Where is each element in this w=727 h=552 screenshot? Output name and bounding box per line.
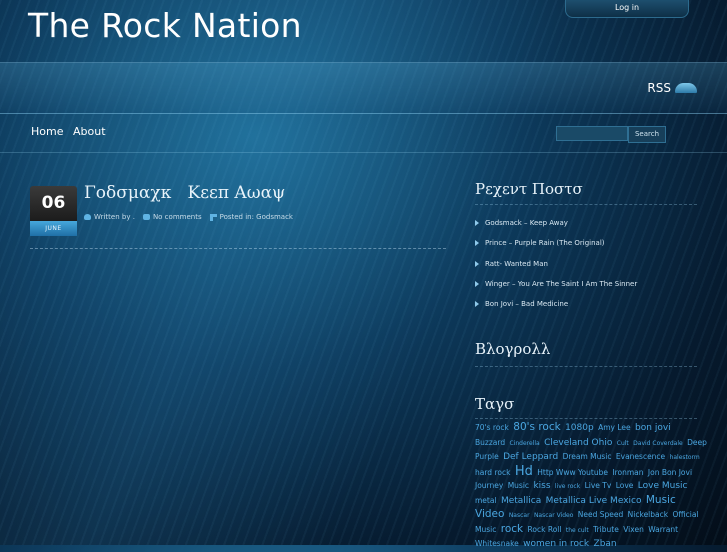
tag-link[interactable]: Jon Bon Jovi [648, 468, 692, 477]
recent-post-item[interactable]: Winger – You Are The Saint I Am The Sinn… [475, 274, 705, 294]
tag-link[interactable]: Http Www Youtube [537, 468, 608, 477]
tag-link[interactable]: Metallica [501, 496, 541, 506]
tag-link[interactable]: Nascar Video [534, 512, 573, 519]
post-meta: Written by . No comments Posted in: Gods… [84, 213, 293, 221]
recent-posts-title: Ρεχεντ Ποστσ [475, 180, 583, 198]
search-button[interactable]: Search [628, 126, 666, 143]
recent-post-label[interactable]: Winger – You Are The Saint I Am The Sinn… [485, 280, 637, 288]
user-icon [84, 214, 91, 220]
tag-link[interactable]: Nascar [509, 512, 530, 519]
tag-link[interactable]: 1080p [565, 423, 594, 433]
tag-link[interactable]: women in rock [523, 539, 589, 549]
tag-link[interactable]: David Coverdale [633, 440, 683, 447]
tag-link[interactable]: Ironman [612, 468, 643, 477]
tag-link[interactable]: bon jovi [635, 423, 671, 433]
tag-link[interactable]: Need Speed [578, 510, 624, 519]
header-band [0, 62, 727, 114]
tag-link[interactable]: halestorm [670, 454, 700, 461]
tag-link[interactable]: Def Leppard [503, 452, 558, 462]
recent-post-item[interactable]: Ratt- Wanted Man [475, 254, 705, 274]
nav-item-home[interactable]: Home [31, 125, 63, 138]
tag-link[interactable]: Vixen [623, 525, 644, 534]
tag-link[interactable]: Amy Lee [598, 423, 631, 432]
tag-link[interactable]: Live Tv [585, 481, 612, 490]
comment-icon [142, 214, 150, 220]
tag-link[interactable]: metal [475, 496, 497, 505]
tag-link[interactable]: Hd [515, 464, 533, 479]
tag-link[interactable]: hard rock [475, 468, 510, 477]
recent-post-item[interactable]: Prince – Purple Rain (The Original) [475, 233, 705, 253]
tag-link[interactable]: the cult [566, 527, 589, 534]
tags-rule [475, 418, 697, 419]
category-arrow-icon [209, 213, 217, 221]
rss-label: RSS [647, 81, 671, 95]
triangle-bullet-icon [475, 240, 479, 247]
site-title[interactable]: The Rock Nation [28, 6, 302, 45]
post-author: Written by . [84, 213, 135, 221]
recent-post-item[interactable]: Godsmack – Keep Away [475, 213, 705, 233]
tag-link[interactable]: Warrant [648, 525, 678, 534]
tag-link[interactable]: Nickelback [628, 510, 668, 519]
post-date-month: JUNE [30, 221, 77, 236]
tag-link[interactable]: Cleveland Ohio [544, 438, 612, 448]
tag-link[interactable]: Buzzard [475, 438, 505, 447]
triangle-bullet-icon [475, 301, 479, 308]
recent-post-label[interactable]: Ratt- Wanted Man [485, 260, 548, 268]
rss-link[interactable]: RSS [647, 81, 697, 95]
rss-icon [675, 83, 697, 93]
blogroll-title: Βλογρολλ [475, 340, 551, 358]
blogroll-rule [475, 366, 697, 367]
tag-link[interactable]: Cinderella [509, 440, 539, 447]
post-author-text: Written by . [94, 213, 135, 221]
post-date: 06 JUNE [30, 186, 77, 236]
tag-link[interactable]: Love [616, 481, 634, 490]
recent-post-label[interactable]: Bon Jovi – Bad Medicine [485, 300, 568, 308]
triangle-bullet-icon [475, 260, 479, 267]
tag-link[interactable]: Rock Roll [528, 525, 562, 534]
recent-posts-rule [475, 204, 697, 205]
tag-link[interactable]: Metallica Live Mexico [546, 496, 642, 506]
tag-link[interactable]: Love Music [638, 481, 688, 491]
tag-link[interactable]: Journey [475, 481, 503, 490]
recent-posts-list: Godsmack – Keep Away Prince – Purple Rai… [475, 213, 705, 314]
tag-link[interactable]: Evanescence [616, 452, 665, 461]
recent-post-label[interactable]: Godsmack – Keep Away [485, 219, 568, 227]
post-category: Posted in: Godsmack [209, 213, 293, 221]
login-link[interactable]: Log in [565, 0, 689, 18]
recent-post-label[interactable]: Prince – Purple Rain (The Original) [485, 239, 605, 247]
tags-title: Ταγσ [475, 395, 515, 413]
tag-link[interactable]: Tribute [593, 525, 619, 534]
tag-link[interactable]: Music [508, 481, 529, 490]
tag-link[interactable]: Zban [594, 539, 617, 549]
post-comments-text[interactable]: No comments [153, 213, 202, 221]
tag-link[interactable]: rock [501, 523, 523, 535]
search-input[interactable] [556, 126, 628, 141]
triangle-bullet-icon [475, 281, 479, 288]
nav-item-about[interactable]: About [73, 125, 106, 138]
recent-post-item[interactable]: Bon Jovi – Bad Medicine [475, 294, 705, 314]
post-comments[interactable]: No comments [142, 213, 202, 221]
post-date-day: 06 [30, 186, 77, 221]
tag-link[interactable]: kiss [533, 481, 550, 491]
tag-link[interactable]: Dream Music [563, 452, 612, 461]
post-divider [30, 248, 446, 249]
post-title[interactable]: Γοδσμαχκ Κεεπ Αωαψ [84, 183, 285, 203]
tag-link[interactable]: live rock [555, 483, 580, 490]
tag-link[interactable]: Cult [617, 440, 629, 447]
header: The Rock Nation Log in [0, 0, 727, 60]
tag-link[interactable]: 70's rock [475, 423, 509, 432]
post-category-text[interactable]: Posted in: Godsmack [220, 213, 293, 221]
tag-link[interactable]: Whitesnake [475, 539, 519, 548]
tag-cloud: 70's rock 80's rock 1080p Amy Lee bon jo… [475, 421, 707, 552]
triangle-bullet-icon [475, 220, 479, 227]
tag-link[interactable]: 80's rock [513, 421, 560, 433]
